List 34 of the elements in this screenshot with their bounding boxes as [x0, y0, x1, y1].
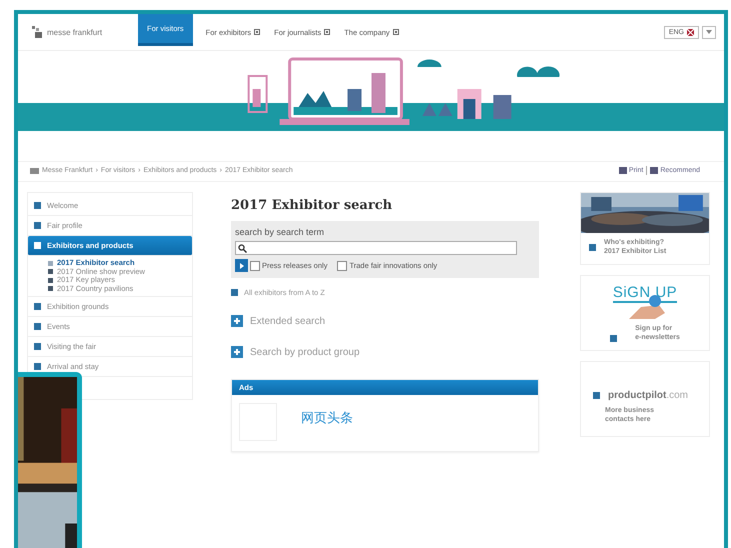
logo-icon	[32, 26, 44, 38]
bullet-icon	[34, 202, 41, 209]
bullet-icon	[34, 323, 41, 330]
search-field[interactable]	[235, 241, 517, 255]
expander-link[interactable]: Extended search	[231, 315, 539, 327]
search-icon	[238, 244, 247, 252]
caret-icon	[706, 30, 712, 34]
logo-text[interactable]: messe frankfurt	[47, 28, 102, 36]
bullet-icon	[610, 335, 618, 342]
brand-name: productpilot.com	[608, 390, 688, 401]
bullet-icon	[48, 269, 53, 274]
flag-icon	[687, 28, 694, 36]
bullet-icon	[48, 286, 53, 292]
page-title: 2017 Exhibitor search	[231, 198, 394, 213]
bullet-icon	[48, 260, 53, 266]
bullet-icon	[34, 222, 41, 229]
checkbox[interactable]	[250, 260, 260, 270]
expander-link[interactable]: Search by product group	[231, 346, 539, 358]
bullet-icon	[48, 278, 53, 283]
dropdown-button[interactable]	[702, 26, 716, 38]
bullet-icon	[34, 343, 41, 350]
bullet-icon	[34, 363, 41, 370]
bullet-icon	[34, 303, 41, 310]
search-label: search by search term	[235, 227, 326, 237]
bullet-icon	[589, 244, 596, 250]
ad-link[interactable]: 网页头条	[301, 409, 353, 427]
bullet-icon	[231, 289, 238, 296]
bullet-icon	[593, 392, 600, 399]
checkbox[interactable]	[337, 260, 348, 270]
search-button[interactable]	[235, 259, 248, 272]
arrow-icon	[240, 262, 244, 268]
plus-icon	[231, 346, 243, 358]
bullet-icon	[34, 242, 41, 249]
plus-icon	[231, 315, 243, 327]
